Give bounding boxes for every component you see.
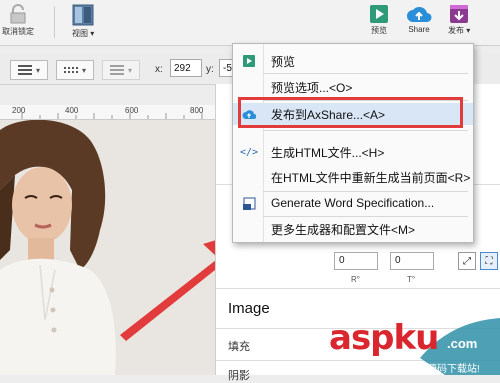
- menu-item-preview-options[interactable]: 预览选项...<O>: [233, 76, 473, 98]
- x-input[interactable]: 292: [170, 59, 202, 77]
- align-lines-icon: [17, 65, 32, 75]
- chevron-down-icon: ▾: [81, 65, 86, 75]
- toolbar-divider: [54, 6, 55, 38]
- section-title: Image: [228, 300, 270, 317]
- share-label: Share: [408, 25, 430, 34]
- horizontal-ruler: 200 400 600 800: [0, 105, 215, 120]
- menu-item-generate-html[interactable]: </> 生成HTML文件...<H>: [233, 141, 473, 163]
- ruler-tick-label: 800: [190, 106, 204, 115]
- cloud-upload-icon: [407, 6, 432, 23]
- watermark-brand: aspku: [329, 318, 439, 358]
- watermark: aspku .com 免费网站源码下载站!: [325, 318, 500, 375]
- x-label: x:: [155, 64, 163, 75]
- menu-item-more-generators[interactable]: 更多生成器和配置文件<M>: [233, 218, 473, 240]
- menu-item-label: 预览选项...<O>: [271, 80, 353, 95]
- unlock-button[interactable]: 取消锁定: [2, 4, 34, 37]
- word-doc-icon: [242, 196, 256, 210]
- menu-item-preview[interactable]: 预览: [233, 50, 473, 72]
- publish-menu: 预览 预览选项...<O> 发布到AxShare...<A> </> 生成HTM…: [232, 43, 474, 243]
- ruler-ticks: [21, 113, 203, 119]
- menu-item-label: Generate Word Specification...: [271, 196, 435, 210]
- menu-separator: [263, 216, 468, 217]
- preview-button[interactable]: 预览: [370, 5, 388, 36]
- menu-item-word-spec[interactable]: Generate Word Specification...: [233, 192, 473, 214]
- ruler-tick-label: 400: [65, 106, 79, 115]
- text-rotation-input[interactable]: 0: [390, 252, 434, 270]
- view-label: 视图: [72, 29, 88, 38]
- chevron-down-icon: ▾: [90, 29, 95, 38]
- play-icon: [242, 54, 256, 68]
- y-label: y:: [206, 64, 214, 75]
- list-lines-icon: [109, 65, 124, 75]
- rotation-caption: R°: [351, 275, 360, 284]
- preview-label: 预览: [371, 26, 387, 35]
- line-style-dropdown[interactable]: ▾: [56, 60, 94, 80]
- view-menu-button[interactable]: 视图 ▾: [72, 4, 94, 39]
- chevron-down-icon: ▾: [466, 26, 471, 35]
- watermark-tagline: 免费网站源码下载站!: [387, 364, 480, 375]
- publish-button[interactable]: 发布 ▾: [448, 5, 470, 36]
- preview-play-icon: [370, 5, 388, 23]
- unlock-icon: [10, 4, 26, 24]
- arrow-style-dropdown[interactable]: ▾: [102, 60, 140, 80]
- highlight-box: [238, 97, 463, 128]
- ruler-tick-label: 600: [125, 106, 139, 115]
- publish-download-icon: [450, 5, 469, 23]
- text-rotation-caption: T°: [407, 275, 416, 284]
- crop-image-button[interactable]: ⛶: [480, 252, 498, 270]
- fit-image-button[interactable]: ⤢: [458, 252, 476, 270]
- rotation-input[interactable]: 0: [334, 252, 378, 270]
- view-icon: [72, 4, 94, 26]
- fill-label: 填充: [228, 341, 250, 353]
- canvas-photo: [0, 120, 215, 375]
- ruler-tick-label: 200: [12, 106, 26, 115]
- watermark-tld: .com: [447, 336, 478, 351]
- menu-item-regenerate-page[interactable]: 在HTML文件中重新生成当前页面<R>: [233, 166, 473, 188]
- menu-separator: [263, 73, 468, 74]
- menu-item-label: 在HTML文件中重新生成当前页面<R>: [271, 170, 471, 185]
- menu-item-label: 更多生成器和配置文件<M>: [271, 222, 416, 237]
- code-icon: </>: [239, 146, 259, 158]
- expand-icon: ⤢: [463, 256, 471, 267]
- frame-icon: ⛶: [485, 256, 493, 267]
- chevron-down-icon: ▾: [127, 65, 132, 75]
- menu-item-label: 预览: [271, 54, 296, 69]
- menu-separator: [263, 130, 468, 131]
- unlock-label: 取消锁定: [2, 27, 34, 36]
- dashed-lines-icon: [63, 67, 78, 73]
- menu-item-label: 生成HTML文件...<H>: [271, 145, 385, 160]
- main-toolbar: 取消锁定 视图 ▾ 预览 Share 发布 ▾: [0, 0, 500, 46]
- chevron-down-icon: ▾: [35, 65, 40, 75]
- shadow-label: 阴影: [228, 370, 250, 382]
- design-canvas[interactable]: [0, 120, 215, 375]
- publish-label: 发布: [448, 26, 464, 35]
- align-dropdown[interactable]: ▾: [10, 60, 48, 80]
- share-button[interactable]: Share: [406, 5, 432, 34]
- panel-divider: [216, 288, 500, 289]
